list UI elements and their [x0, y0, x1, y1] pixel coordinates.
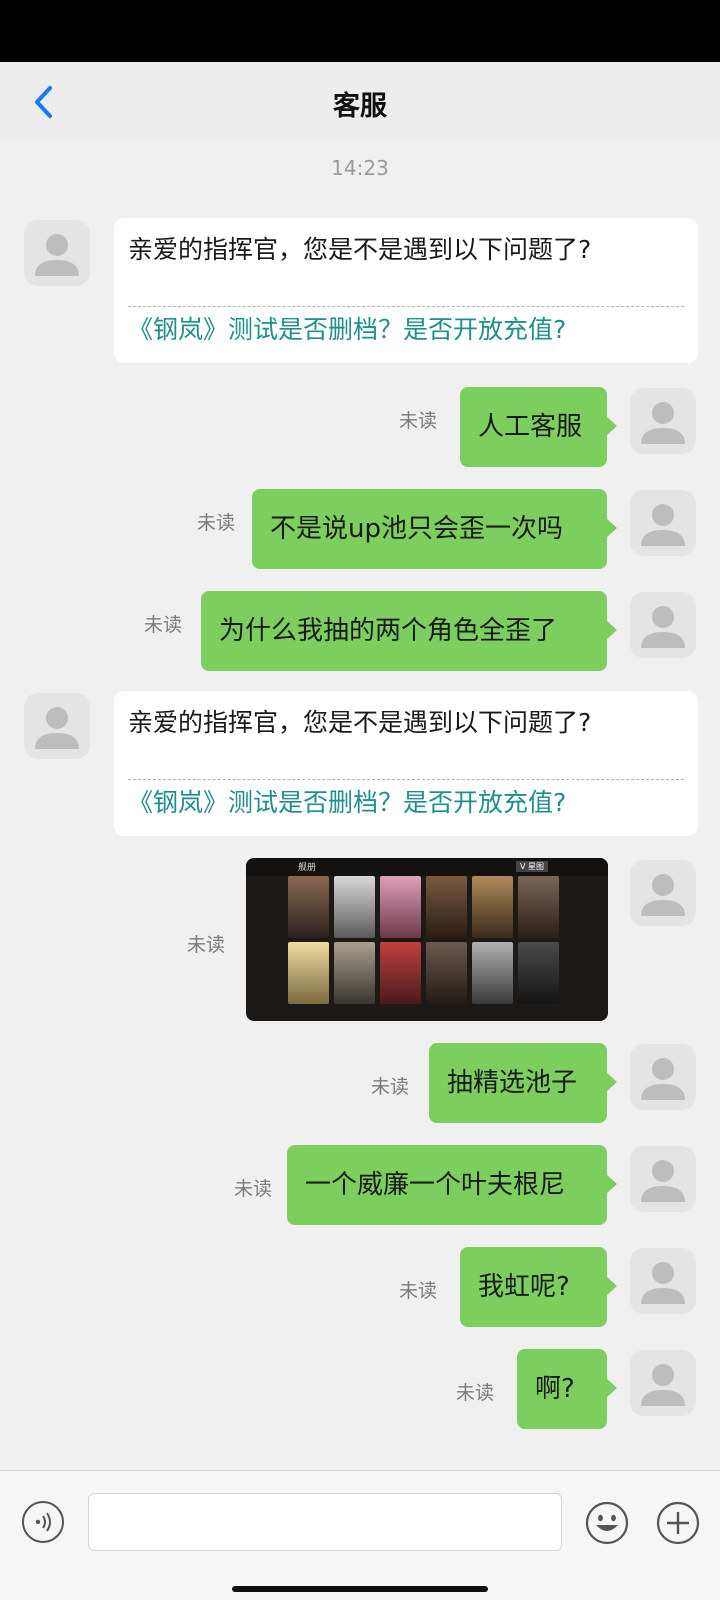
outgoing-message: 抽精选池子 [429, 1043, 617, 1123]
character-card [380, 942, 421, 1004]
screenshot-topbar: 舰册 V 星图 [246, 858, 608, 876]
voice-button[interactable] [22, 1501, 64, 1543]
page-title: 客服 [333, 91, 387, 122]
screenshot-title: 舰册 [298, 863, 317, 873]
avatar-icon [641, 1262, 685, 1304]
character-card [518, 876, 559, 938]
screenshot-tab: V 星图 [516, 861, 549, 872]
incoming-message-greeting: 亲爱的指挥官，您是不是遇到以下问题了? 《钢岚》测试是否删档？是否开放充值? [114, 218, 698, 363]
outgoing-message: 一个威廉一个叶夫根尼 [287, 1145, 617, 1225]
avatar-service[interactable] [24, 220, 90, 286]
unread-label: 未读 [233, 1178, 272, 1200]
status-bar [0, 0, 720, 62]
incoming-message-greeting: 亲爱的指挥官，您是不是遇到以下问题了? 《钢岚》测试是否删档？是否开放充值? [114, 691, 698, 836]
avatar-icon [35, 707, 79, 749]
divider [128, 306, 684, 307]
outgoing-message: 啊? [517, 1349, 617, 1429]
avatar-icon [641, 606, 685, 648]
emoji-button[interactable] [585, 1501, 629, 1545]
character-card [288, 942, 329, 1004]
home-indicator[interactable] [232, 1586, 488, 1592]
avatar-self[interactable] [630, 860, 696, 926]
unread-label: 未读 [143, 614, 182, 636]
outgoing-message: 人工客服 [460, 387, 617, 467]
timestamp: 14:23 [331, 156, 389, 180]
avatar-icon [641, 1364, 685, 1406]
character-card [334, 942, 375, 1004]
avatar-self[interactable] [630, 1146, 696, 1212]
greeting-question: 亲爱的指挥官，您是不是遇到以下问题了? [128, 235, 592, 264]
voice-icon [35, 1512, 51, 1532]
avatar-self[interactable] [630, 1248, 696, 1314]
avatar-icon [641, 1160, 685, 1202]
character-card [288, 876, 329, 938]
outgoing-message: 不是说up池只会歪一次吗 [252, 489, 617, 569]
outgoing-message: 我虹呢? [460, 1247, 617, 1327]
faq-link[interactable]: 《钢岚》测试是否删档？是否开放充值? [128, 310, 566, 346]
character-card [472, 876, 513, 938]
message-input[interactable] [88, 1493, 562, 1551]
character-card [472, 942, 513, 1004]
message-list[interactable]: 14:23 亲爱的指挥官，您是不是遇到以下问题了? 《钢岚》测试是否删档？是否开… [0, 140, 720, 1470]
unread-label: 未读 [398, 410, 437, 432]
avatar-self[interactable] [630, 1044, 696, 1110]
greeting-question: 亲爱的指挥官，您是不是遇到以下问题了? [128, 708, 592, 737]
unread-label: 未读 [370, 1076, 409, 1098]
image-message-game-screenshot[interactable]: 舰册 V 星图 [246, 858, 608, 1021]
avatar-self[interactable] [630, 1350, 696, 1416]
character-card [380, 876, 421, 938]
avatar-icon [641, 874, 685, 916]
character-card [426, 942, 467, 1004]
avatar-self[interactable] [630, 592, 696, 658]
avatar-service[interactable] [24, 693, 90, 759]
unread-label: 未读 [455, 1382, 494, 1404]
outgoing-message: 为什么我抽的两个角色全歪了 [201, 591, 617, 671]
avatar-self[interactable] [630, 490, 696, 556]
input-bar [0, 1470, 720, 1576]
unread-label: 未读 [186, 934, 225, 956]
more-button[interactable] [656, 1501, 700, 1545]
avatar-icon [641, 402, 685, 444]
header: 客服 [0, 62, 720, 140]
unread-label: 未读 [398, 1280, 437, 1302]
faq-link[interactable]: 《钢岚》测试是否删档？是否开放充值? [128, 783, 566, 819]
plus-icon [656, 1501, 700, 1545]
avatar-icon [35, 234, 79, 276]
avatar-icon [641, 1058, 685, 1100]
avatar-self[interactable] [630, 388, 696, 454]
home-indicator-area [0, 1575, 720, 1600]
divider [128, 779, 684, 780]
emoji-icon [585, 1501, 629, 1545]
character-card [426, 876, 467, 938]
avatar-icon [641, 504, 685, 546]
character-card [518, 942, 559, 1004]
unread-label: 未读 [196, 512, 235, 534]
character-card [334, 876, 375, 938]
